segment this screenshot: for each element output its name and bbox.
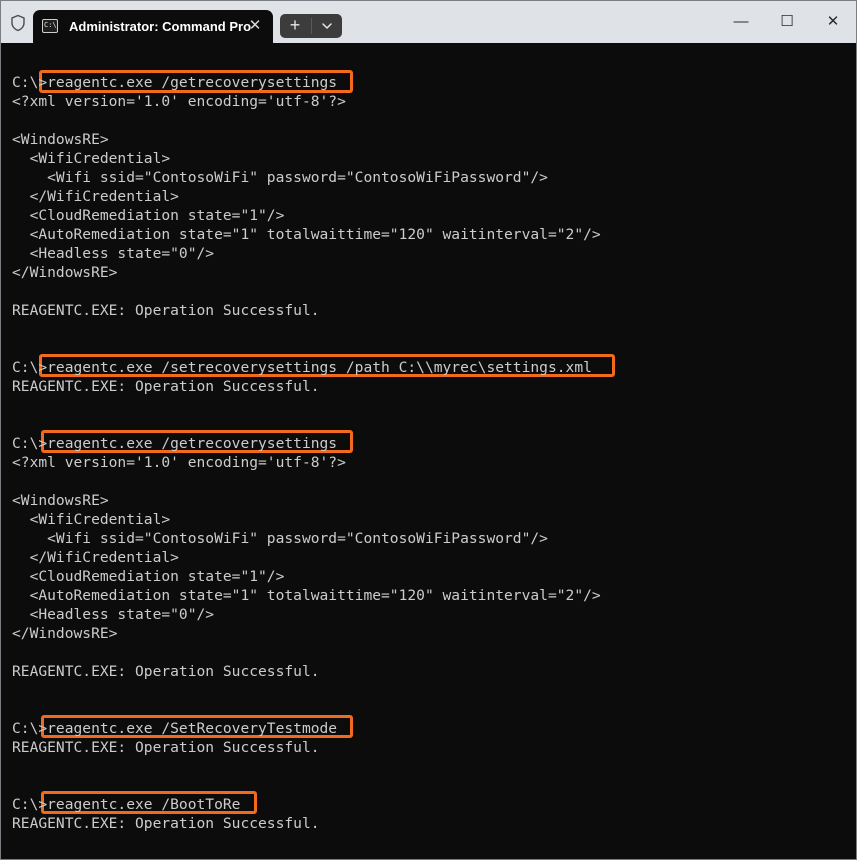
maximize-button[interactable]: ☐	[764, 1, 810, 43]
terminal-line: </WifiCredential>	[12, 188, 179, 205]
shield-icon	[9, 14, 27, 32]
close-window-button[interactable]: ✕	[810, 1, 856, 43]
terminal-line: C:\>reagentc.exe /setrecoverysettings /p…	[12, 359, 592, 376]
chevron-down-icon	[322, 23, 332, 29]
terminal-output[interactable]: C:\>reagentc.exe /getrecoverysettings <?x…	[1, 43, 856, 859]
terminal-line: <WifiCredential>	[12, 511, 171, 528]
terminal-line: <Headless state="0"/>	[12, 245, 215, 262]
terminal-line: <WindowsRE>	[12, 492, 109, 509]
terminal-line: C:\>reagentc.exe /SetRecoveryTestmode	[12, 720, 338, 737]
terminal-line: </WindowsRE>	[12, 625, 118, 642]
terminal-line: </WindowsRE>	[12, 264, 118, 281]
terminal-line: <Wifi ssid="ContosoWiFi" password="Conto…	[12, 169, 548, 186]
terminal-line: C:\>reagentc.exe /BootToRe	[12, 796, 241, 813]
terminal-line: <WindowsRE>	[12, 131, 109, 148]
terminal-line: REAGENTC.EXE: Operation Successful.	[12, 663, 320, 680]
terminal-line: REAGENTC.EXE: Operation Successful.	[12, 739, 320, 756]
terminal-line: <?xml version='1.0' encoding='utf-8'?>	[12, 93, 346, 110]
close-tab-button[interactable]: ✕	[245, 16, 265, 36]
terminal-line: <CloudRemediation state="1"/>	[12, 207, 285, 224]
title-bar[interactable]: C:\_ Administrator: Command Pro ✕ + — ☐ …	[1, 1, 856, 43]
terminal-line: <Wifi ssid="ContosoWiFi" password="Conto…	[12, 530, 548, 547]
new-tab-group: +	[280, 14, 342, 38]
profile-dropdown-button[interactable]	[312, 14, 342, 38]
terminal-line: <AutoRemediation state="1" totalwaittime…	[12, 587, 601, 604]
terminal-line: C:\>reagentc.exe /getrecoverysettings	[12, 74, 338, 91]
terminal-line: <?xml version='1.0' encoding='utf-8'?>	[12, 454, 346, 471]
command-prompt-icon: C:\_	[42, 19, 58, 33]
new-tab-button[interactable]: +	[280, 14, 310, 38]
minimize-button[interactable]: —	[718, 1, 764, 43]
tab-title: Administrator: Command Pro	[69, 19, 252, 34]
terminal-line: </WifiCredential>	[12, 549, 179, 566]
terminal-window: C:\_ Administrator: Command Pro ✕ + — ☐ …	[0, 0, 857, 860]
terminal-line: REAGENTC.EXE: Operation Successful.	[12, 378, 320, 395]
terminal-line: REAGENTC.EXE: Operation Successful.	[12, 302, 320, 319]
terminal-line: C:\>reagentc.exe /getrecoverysettings	[12, 435, 338, 452]
terminal-line: <AutoRemediation state="1" totalwaittime…	[12, 226, 601, 243]
terminal-line: REAGENTC.EXE: Operation Successful.	[12, 815, 320, 832]
terminal-line: <Headless state="0"/>	[12, 606, 215, 623]
terminal-line: <CloudRemediation state="1"/>	[12, 568, 285, 585]
tab-command-prompt[interactable]: C:\_ Administrator: Command Pro ✕	[33, 10, 273, 43]
terminal-line: <WifiCredential>	[12, 150, 171, 167]
